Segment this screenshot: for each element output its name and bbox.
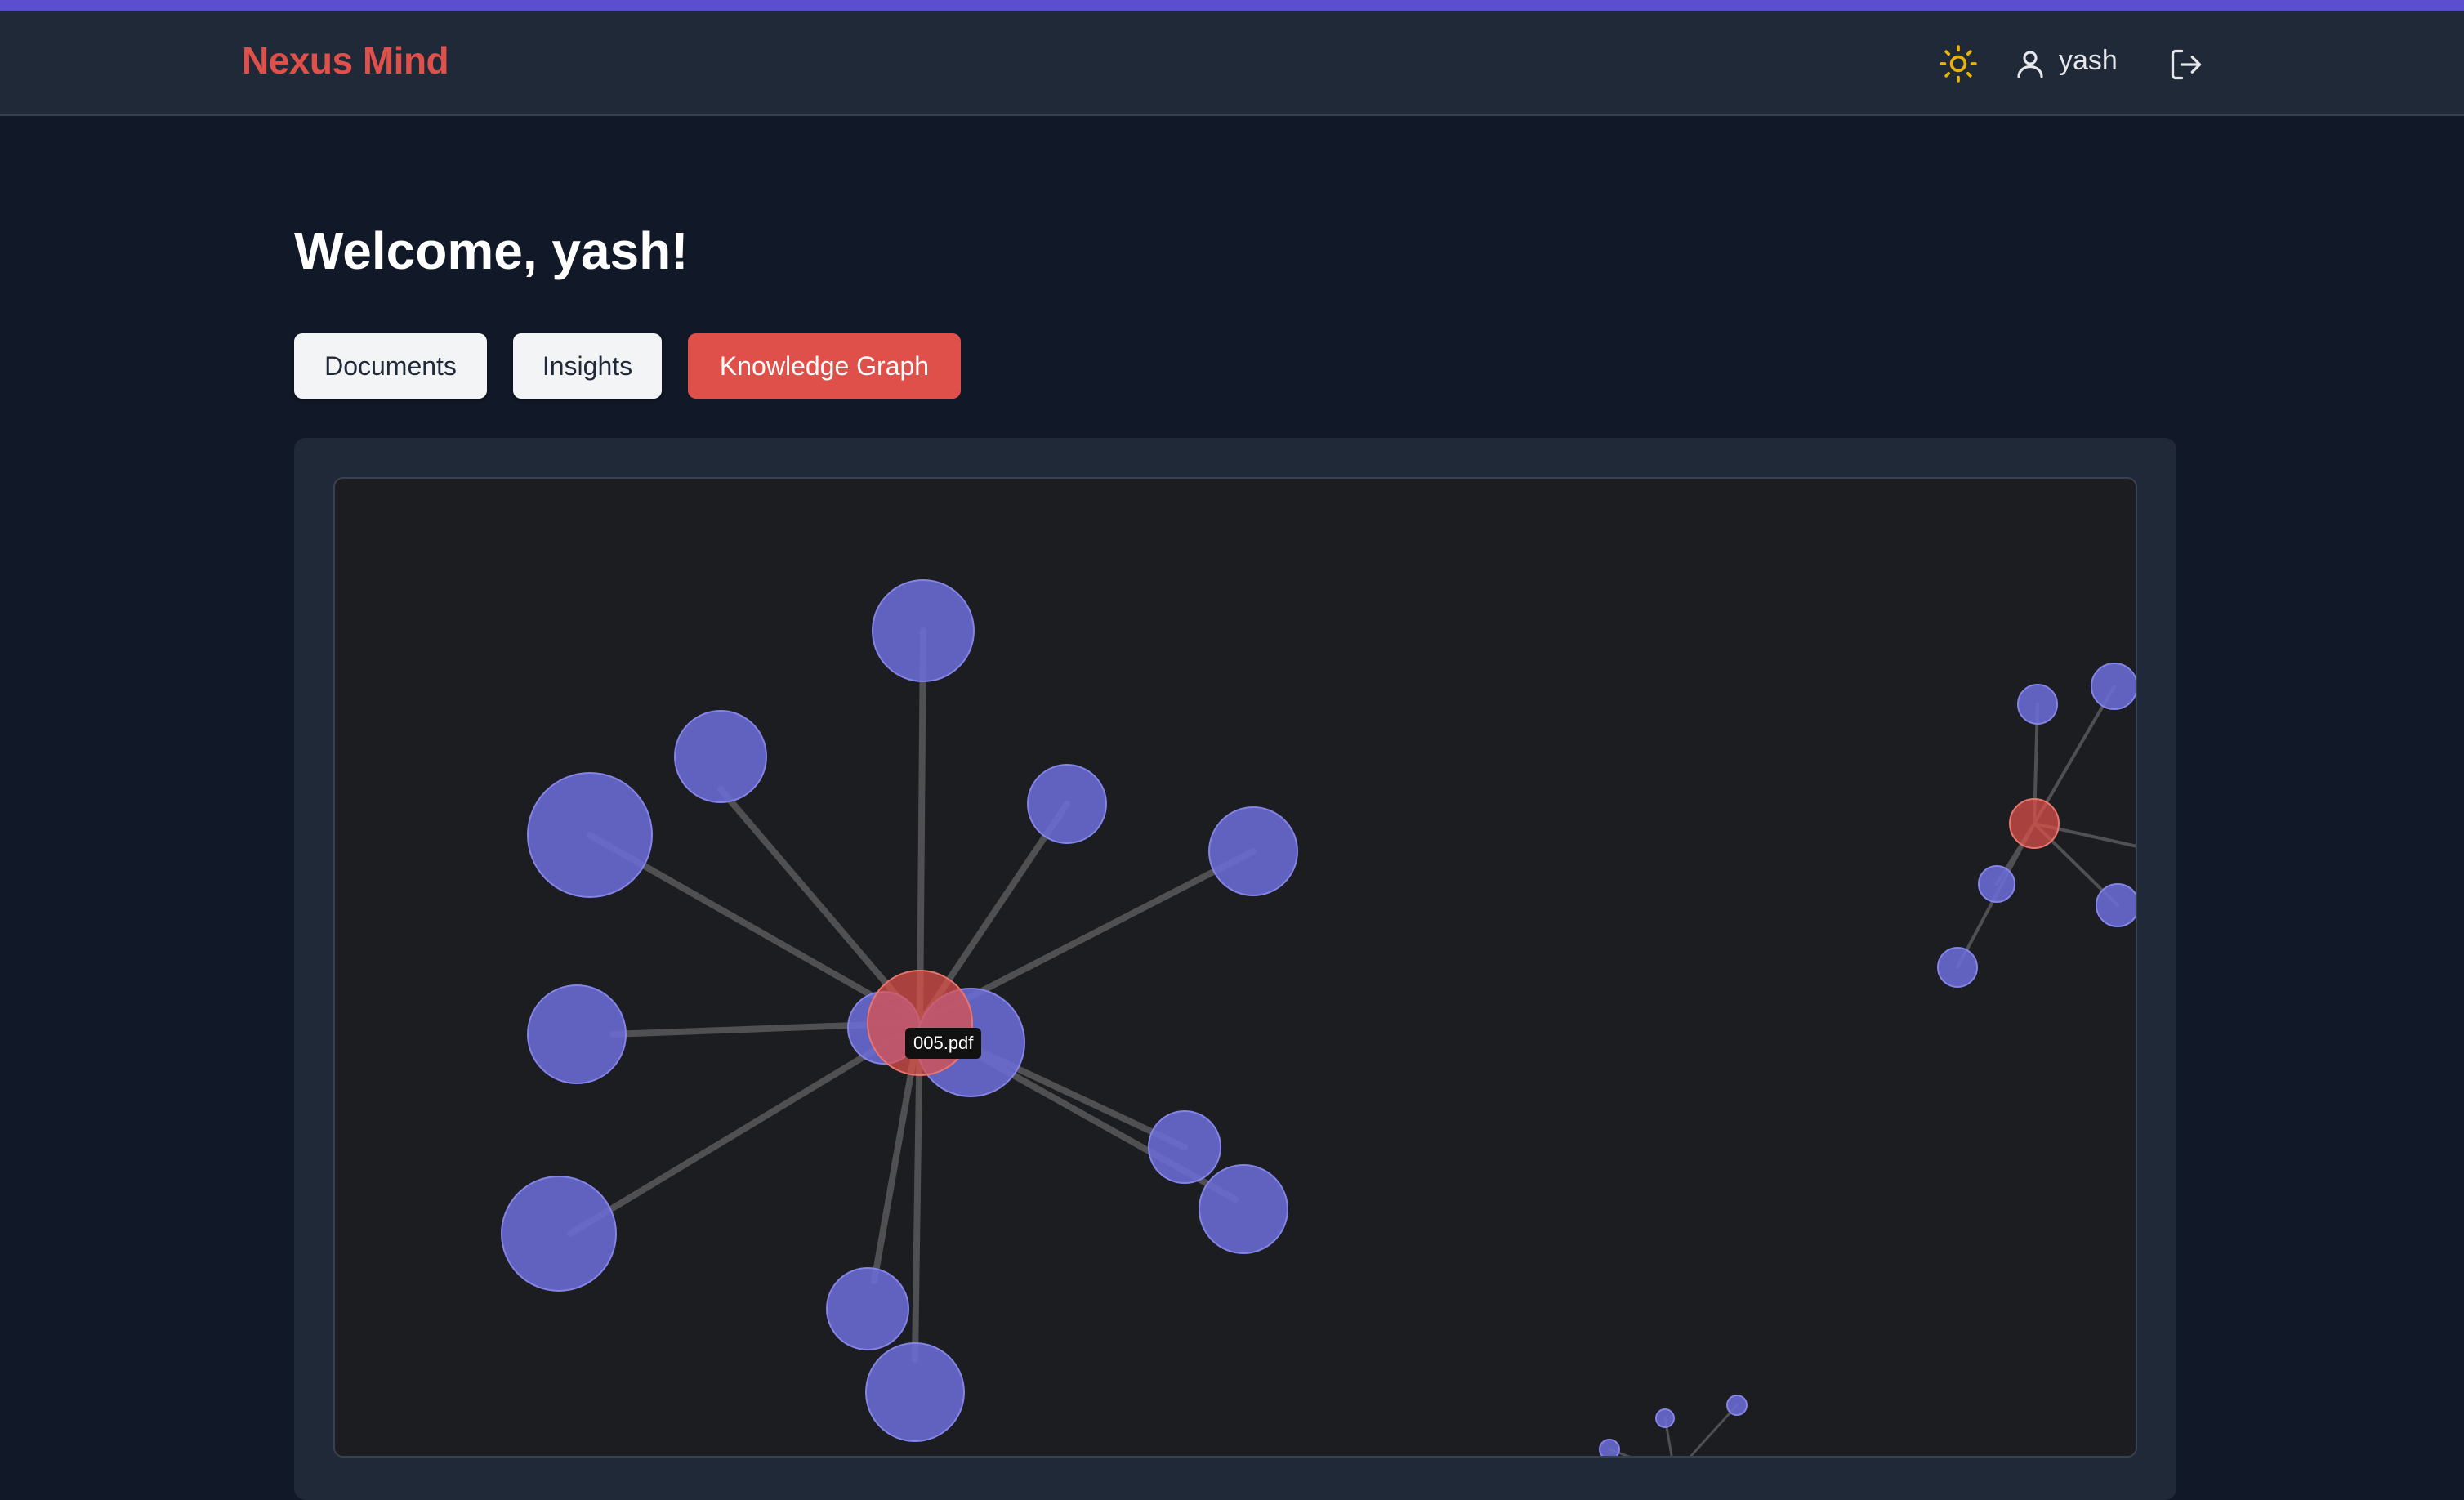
- username-label: yash: [2059, 45, 2118, 76]
- concept-node[interactable]: [527, 772, 653, 898]
- logout-icon[interactable]: [2168, 47, 2204, 83]
- concept-node[interactable]: [1199, 1164, 1288, 1254]
- concept-node[interactable]: [2017, 684, 2058, 725]
- node-tooltip: 005.pdf: [905, 1028, 982, 1059]
- knowledge-graph-svg[interactable]: [335, 479, 2137, 1458]
- concept-node[interactable]: [1208, 806, 1298, 896]
- concept-node[interactable]: [1148, 1110, 1221, 1184]
- knowledge-graph-canvas[interactable]: 005.pdf: [333, 477, 2137, 1458]
- document-node[interactable]: [867, 970, 973, 1076]
- brand-logo[interactable]: Nexus Mind: [242, 38, 449, 83]
- concept-node[interactable]: [1726, 1395, 1748, 1416]
- concept-node[interactable]: [1027, 764, 1107, 844]
- concept-node[interactable]: [527, 984, 627, 1084]
- concept-node[interactable]: [872, 579, 975, 682]
- concept-node[interactable]: [2091, 663, 2137, 710]
- tab-knowledge-graph[interactable]: Knowledge Graph: [688, 333, 961, 399]
- graph-nodes[interactable]: [501, 579, 2137, 1458]
- top-accent-bar: [0, 0, 2464, 11]
- concept-node[interactable]: [1978, 865, 2015, 903]
- concept-node[interactable]: [1655, 1408, 1675, 1428]
- document-node[interactable]: [2009, 798, 2060, 849]
- concept-node[interactable]: [1937, 947, 1978, 988]
- concept-node[interactable]: [501, 1176, 617, 1292]
- concept-node[interactable]: [1599, 1439, 1620, 1458]
- graph-edges: [567, 627, 2136, 1456]
- user-icon: [2017, 51, 2043, 78]
- concept-node[interactable]: [2096, 883, 2137, 927]
- welcome-heading: Welcome, yash!: [294, 221, 689, 280]
- graph-edge: [1689, 1404, 1739, 1456]
- navbar: Nexus Mind yash: [0, 11, 2464, 116]
- concept-node[interactable]: [865, 1342, 965, 1442]
- graph-edge: [917, 627, 926, 1026]
- concept-node[interactable]: [674, 710, 767, 803]
- sun-icon[interactable]: [1938, 43, 1979, 84]
- tab-documents[interactable]: Documents: [294, 333, 487, 399]
- concept-node[interactable]: [826, 1267, 909, 1350]
- tab-insights[interactable]: Insights: [513, 333, 662, 399]
